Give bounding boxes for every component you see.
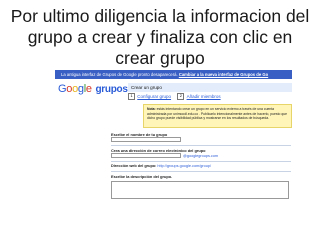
step-number: 2	[177, 93, 185, 100]
warning-note: Nota: estás intentando crear un grupo en…	[143, 104, 292, 128]
page-heading: Crear un grupo	[128, 83, 292, 92]
google-groups-logo[interactable]: Google grupos	[58, 83, 128, 96]
step-configure-group[interactable]: Configurar grupo	[137, 94, 171, 99]
group-description-textarea[interactable]	[111, 181, 289, 199]
google-groups-screenshot: La antigua interfaz de Grupos de Google …	[55, 70, 292, 238]
wizard-steps: 1 Configurar grupo 2 Añadir miembros	[128, 93, 226, 100]
switch-interface-link[interactable]: Cambiar a la nueva interfaz de Grupos de…	[179, 72, 268, 77]
group-url-label: Dirección web del grupo:	[111, 164, 157, 168]
email-row: @googlegroups.com	[111, 153, 291, 158]
divider	[111, 171, 291, 172]
step-add-members[interactable]: Añadir miembros	[187, 94, 221, 99]
step-number: 1	[128, 93, 135, 100]
group-description-label: Escribe la descripción del grupo.	[111, 174, 173, 179]
divider	[111, 145, 291, 146]
group-url-value: http://groups.google.com/group/	[157, 164, 212, 168]
title-line: crear grupo	[115, 48, 205, 68]
title-line: grupo a crear y finaliza con clic en	[27, 27, 293, 47]
group-url-row: Dirección web del grupo: http://groups.g…	[111, 164, 291, 168]
title-line: Por ultimo diligencia la informacion del	[10, 6, 310, 26]
notice-text: La antigua interfaz de Grupos de Google …	[61, 72, 178, 77]
group-email-input[interactable]	[111, 153, 181, 158]
interface-notice-bar: La antigua interfaz de Grupos de Google …	[55, 70, 292, 79]
note-label: Nota:	[147, 107, 156, 111]
slide-title: Por ultimo diligencia la informacion del…	[0, 6, 320, 69]
email-domain-suffix: @googlegroups.com	[183, 153, 219, 158]
note-text: estás intentando crear un grupo en un se…	[147, 107, 288, 121]
divider	[111, 161, 291, 162]
group-name-input[interactable]	[111, 137, 181, 142]
group-name-label: Escribe el nombre de tu grupo	[111, 132, 168, 137]
create-group-form: Escribe el nombre de tu grupo Crea una d…	[111, 132, 291, 199]
logo-product: grupos	[95, 84, 128, 95]
